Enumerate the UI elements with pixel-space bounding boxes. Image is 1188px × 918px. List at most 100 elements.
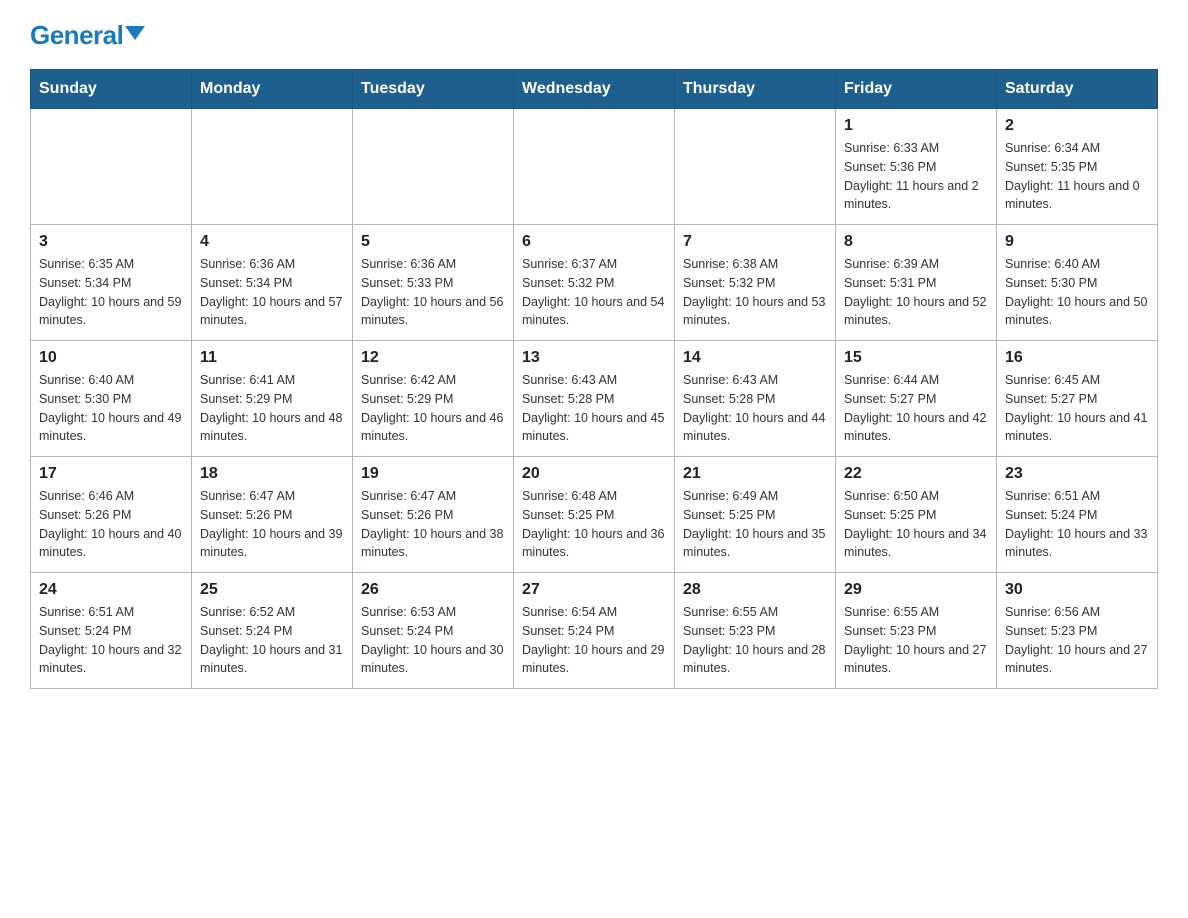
calendar-cell xyxy=(675,109,836,225)
calendar-cell: 27 Sunrise: 6:54 AMSunset: 5:24 PMDayligh… xyxy=(514,573,675,689)
calendar-cell: 28 Sunrise: 6:55 AMSunset: 5:23 PMDayligh… xyxy=(675,573,836,689)
day-info: Sunrise: 6:41 AMSunset: 5:29 PMDaylight:… xyxy=(200,371,344,446)
day-info: Sunrise: 6:51 AMSunset: 5:24 PMDaylight:… xyxy=(39,603,183,678)
calendar-cell: 24 Sunrise: 6:51 AMSunset: 5:24 PMDayligh… xyxy=(31,573,192,689)
day-info: Sunrise: 6:42 AMSunset: 5:29 PMDaylight:… xyxy=(361,371,505,446)
day-info: Sunrise: 6:48 AMSunset: 5:25 PMDaylight:… xyxy=(522,487,666,562)
calendar-cell: 5 Sunrise: 6:36 AMSunset: 5:33 PMDaylight… xyxy=(353,225,514,341)
day-number: 12 xyxy=(361,349,505,367)
calendar-cell: 1 Sunrise: 6:33 AMSunset: 5:36 PMDaylight… xyxy=(836,109,997,225)
calendar-cell: 9Sunrise: 6:40 AMSunset: 5:30 PMDaylight… xyxy=(997,225,1158,341)
calendar-cell: 15 Sunrise: 6:44 AMSunset: 5:27 PMDayligh… xyxy=(836,341,997,457)
day-number: 3 xyxy=(39,233,183,251)
day-info: Sunrise: 6:51 AMSunset: 5:24 PMDaylight:… xyxy=(1005,487,1149,562)
calendar-cell: 14 Sunrise: 6:43 AMSunset: 5:28 PMDayligh… xyxy=(675,341,836,457)
calendar-cell: 26Sunrise: 6:53 AMSunset: 5:24 PMDayligh… xyxy=(353,573,514,689)
weekday-header-saturday: Saturday xyxy=(997,70,1158,109)
day-info: Sunrise: 6:56 AMSunset: 5:23 PMDaylight:… xyxy=(1005,603,1149,678)
day-info: Sunrise: 6:49 AMSunset: 5:25 PMDaylight:… xyxy=(683,487,827,562)
day-info: Sunrise: 6:50 AMSunset: 5:25 PMDaylight:… xyxy=(844,487,988,562)
calendar-cell: 29 Sunrise: 6:55 AMSunset: 5:23 PMDayligh… xyxy=(836,573,997,689)
day-info: Sunrise: 6:46 AMSunset: 5:26 PMDaylight:… xyxy=(39,487,183,562)
week-row-2: 3 Sunrise: 6:35 AMSunset: 5:34 PMDaylight… xyxy=(31,225,1158,341)
calendar-cell: 16Sunrise: 6:45 AMSunset: 5:27 PMDayligh… xyxy=(997,341,1158,457)
day-number: 11 xyxy=(200,349,344,367)
calendar-cell: 18 Sunrise: 6:47 AMSunset: 5:26 PMDayligh… xyxy=(192,457,353,573)
day-number: 15 xyxy=(844,349,988,367)
weekday-header-row: SundayMondayTuesdayWednesdayThursdayFrid… xyxy=(31,70,1158,109)
week-row-3: 10Sunrise: 6:40 AMSunset: 5:30 PMDayligh… xyxy=(31,341,1158,457)
calendar-cell: 8 Sunrise: 6:39 AMSunset: 5:31 PMDaylight… xyxy=(836,225,997,341)
week-row-5: 24 Sunrise: 6:51 AMSunset: 5:24 PMDayligh… xyxy=(31,573,1158,689)
day-number: 22 xyxy=(844,465,988,483)
weekday-header-tuesday: Tuesday xyxy=(353,70,514,109)
calendar-cell: 7 Sunrise: 6:38 AMSunset: 5:32 PMDaylight… xyxy=(675,225,836,341)
calendar-cell xyxy=(192,109,353,225)
day-number: 18 xyxy=(200,465,344,483)
calendar-cell: 20 Sunrise: 6:48 AMSunset: 5:25 PMDayligh… xyxy=(514,457,675,573)
day-info: Sunrise: 6:43 AMSunset: 5:28 PMDaylight:… xyxy=(683,371,827,446)
day-number: 7 xyxy=(683,233,827,251)
calendar-cell: 10Sunrise: 6:40 AMSunset: 5:30 PMDayligh… xyxy=(31,341,192,457)
day-number: 28 xyxy=(683,581,827,599)
calendar-cell: 21 Sunrise: 6:49 AMSunset: 5:25 PMDayligh… xyxy=(675,457,836,573)
day-number: 6 xyxy=(522,233,666,251)
day-number: 20 xyxy=(522,465,666,483)
day-number: 1 xyxy=(844,117,988,135)
day-number: 21 xyxy=(683,465,827,483)
day-info: Sunrise: 6:47 AMSunset: 5:26 PMDaylight:… xyxy=(200,487,344,562)
day-number: 26 xyxy=(361,581,505,599)
day-number: 23 xyxy=(1005,465,1149,483)
calendar-cell: 4Sunrise: 6:36 AMSunset: 5:34 PMDaylight… xyxy=(192,225,353,341)
calendar-cell: 22 Sunrise: 6:50 AMSunset: 5:25 PMDayligh… xyxy=(836,457,997,573)
day-info: Sunrise: 6:40 AMSunset: 5:30 PMDaylight:… xyxy=(39,371,183,446)
weekday-header-thursday: Thursday xyxy=(675,70,836,109)
day-info: Sunrise: 6:34 AMSunset: 5:35 PMDaylight:… xyxy=(1005,139,1149,214)
day-number: 27 xyxy=(522,581,666,599)
calendar-cell: 25Sunrise: 6:52 AMSunset: 5:24 PMDayligh… xyxy=(192,573,353,689)
day-info: Sunrise: 6:47 AMSunset: 5:26 PMDaylight:… xyxy=(361,487,505,562)
day-info: Sunrise: 6:55 AMSunset: 5:23 PMDaylight:… xyxy=(844,603,988,678)
calendar-cell: 6 Sunrise: 6:37 AMSunset: 5:32 PMDaylight… xyxy=(514,225,675,341)
day-info: Sunrise: 6:33 AMSunset: 5:36 PMDaylight:… xyxy=(844,139,988,214)
day-number: 9 xyxy=(1005,233,1149,251)
weekday-header-wednesday: Wednesday xyxy=(514,70,675,109)
day-number: 5 xyxy=(361,233,505,251)
day-info: Sunrise: 6:44 AMSunset: 5:27 PMDaylight:… xyxy=(844,371,988,446)
weekday-header-sunday: Sunday xyxy=(31,70,192,109)
day-number: 24 xyxy=(39,581,183,599)
day-info: Sunrise: 6:37 AMSunset: 5:32 PMDaylight:… xyxy=(522,255,666,330)
calendar-cell: 17 Sunrise: 6:46 AMSunset: 5:26 PMDayligh… xyxy=(31,457,192,573)
day-info: Sunrise: 6:45 AMSunset: 5:27 PMDaylight:… xyxy=(1005,371,1149,446)
day-number: 25 xyxy=(200,581,344,599)
calendar-cell: 3 Sunrise: 6:35 AMSunset: 5:34 PMDaylight… xyxy=(31,225,192,341)
day-info: Sunrise: 6:39 AMSunset: 5:31 PMDaylight:… xyxy=(844,255,988,330)
calendar-cell xyxy=(514,109,675,225)
week-row-4: 17 Sunrise: 6:46 AMSunset: 5:26 PMDayligh… xyxy=(31,457,1158,573)
day-number: 8 xyxy=(844,233,988,251)
day-number: 30 xyxy=(1005,581,1149,599)
day-number: 29 xyxy=(844,581,988,599)
week-row-1: 1 Sunrise: 6:33 AMSunset: 5:36 PMDaylight… xyxy=(31,109,1158,225)
day-number: 14 xyxy=(683,349,827,367)
calendar-cell: 11 Sunrise: 6:41 AMSunset: 5:29 PMDayligh… xyxy=(192,341,353,457)
weekday-header-friday: Friday xyxy=(836,70,997,109)
calendar-cell: 30 Sunrise: 6:56 AMSunset: 5:23 PMDayligh… xyxy=(997,573,1158,689)
calendar-cell: 12 Sunrise: 6:42 AMSunset: 5:29 PMDayligh… xyxy=(353,341,514,457)
day-info: Sunrise: 6:55 AMSunset: 5:23 PMDaylight:… xyxy=(683,603,827,678)
calendar-cell: 19 Sunrise: 6:47 AMSunset: 5:26 PMDayligh… xyxy=(353,457,514,573)
day-number: 17 xyxy=(39,465,183,483)
day-info: Sunrise: 6:43 AMSunset: 5:28 PMDaylight:… xyxy=(522,371,666,446)
day-info: Sunrise: 6:54 AMSunset: 5:24 PMDaylight:… xyxy=(522,603,666,678)
day-info: Sunrise: 6:36 AMSunset: 5:33 PMDaylight:… xyxy=(361,255,505,330)
day-number: 19 xyxy=(361,465,505,483)
day-info: Sunrise: 6:35 AMSunset: 5:34 PMDaylight:… xyxy=(39,255,183,330)
logo-general-text: General xyxy=(30,20,123,50)
page-header: General xyxy=(30,20,1158,51)
calendar-cell xyxy=(353,109,514,225)
day-number: 13 xyxy=(522,349,666,367)
logo-triangle-icon xyxy=(125,26,145,40)
calendar-table: SundayMondayTuesdayWednesdayThursdayFrid… xyxy=(30,69,1158,689)
weekday-header-monday: Monday xyxy=(192,70,353,109)
day-info: Sunrise: 6:38 AMSunset: 5:32 PMDaylight:… xyxy=(683,255,827,330)
